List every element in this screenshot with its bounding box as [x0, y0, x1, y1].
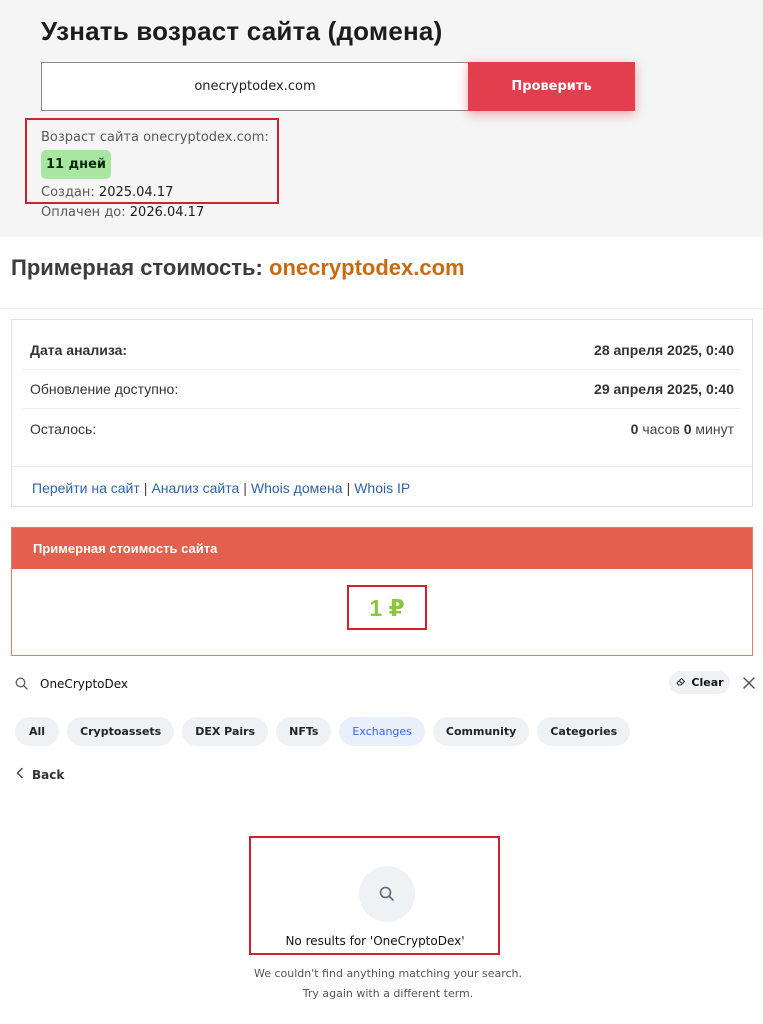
age-form: Проверить [41, 62, 635, 111]
cost-title: Примерная стоимость: onecryptodex.com [11, 255, 465, 281]
empty-state-line-1: We couldn't find anything matching your … [253, 967, 523, 980]
empty-state-line-2: Try again with a different term. [302, 987, 474, 1000]
age-title: Узнать возраст сайта (домена) [41, 16, 443, 46]
paid-label: Оплачен до: [41, 205, 126, 220]
back-label: Back [32, 767, 65, 782]
filter-categories[interactable]: Categories [537, 717, 631, 746]
paid-row: Оплачен до: 2026.04.17 [41, 203, 269, 223]
filter-community[interactable]: Community [432, 717, 530, 746]
filter-tabs: All Cryptoassets DEX Pairs NFTs Exchange… [15, 717, 631, 746]
empty-state-description: We couldn't find anything matching your … [200, 964, 576, 1004]
divider [0, 308, 763, 309]
paid-value: 2026.04.17 [129, 205, 205, 220]
analysis-date-row: Дата анализа: 28 апреля 2025, 0:40 [23, 331, 741, 370]
check-button[interactable]: Проверить [468, 62, 635, 111]
remaining-row: Осталось: 0 часов 0 минут [23, 409, 741, 448]
analysis-date-label: Дата анализа: [30, 342, 128, 358]
site-links: Перейти на сайт | Анализ сайта | Whois домен… [12, 466, 752, 508]
remaining-label: Осталось: [30, 420, 97, 437]
search-input[interactable] [40, 672, 600, 696]
update-available-value: 29 апреля 2025, 0:40 [594, 381, 734, 397]
link-whois-ip[interactable]: Whois IP [354, 480, 410, 496]
empty-highlight-box [249, 836, 500, 955]
filter-exchanges[interactable]: Exchanges [339, 717, 425, 746]
site-value-header: Примерная стоимость сайта [12, 528, 752, 569]
link-separator: | [143, 479, 148, 496]
link-go-to-site[interactable]: Перейти на сайт [32, 480, 140, 496]
cost-title-domain: onecryptodex.com [269, 255, 465, 280]
clear-label: Clear [691, 676, 724, 689]
chevron-left-icon [16, 767, 24, 782]
remaining-value: 0 часов 0 минут [631, 421, 734, 437]
filter-nfts[interactable]: NFTs [276, 717, 332, 746]
link-separator: | [346, 479, 351, 496]
eraser-icon [675, 675, 687, 690]
remaining-minutes: 0 [683, 420, 692, 437]
filter-all[interactable]: All [15, 717, 60, 746]
cost-title-prefix: Примерная стоимость: [11, 255, 263, 280]
close-icon[interactable] [741, 675, 757, 691]
domain-input[interactable] [41, 62, 468, 111]
remaining-minutes-unit: минут [695, 420, 734, 437]
update-available-label: Обновление доступно: [30, 381, 179, 397]
clear-button[interactable]: Clear [669, 671, 730, 694]
domain-age-section: Узнать возраст сайта (домена) Проверить … [0, 0, 763, 237]
search-icon [14, 676, 30, 692]
search-bar: Clear [0, 666, 763, 704]
link-whois-domain[interactable]: Whois домена [251, 480, 343, 496]
update-available-row: Обновление доступно: 29 апреля 2025, 0:4… [23, 370, 741, 409]
analysis-date-value: 28 апреля 2025, 0:40 [594, 342, 734, 358]
value-highlight-box [347, 585, 427, 630]
remaining-hours: 0 [630, 420, 639, 437]
age-highlight-box [25, 118, 279, 204]
link-site-analysis[interactable]: Анализ сайта [151, 480, 239, 496]
analysis-info-box: Дата анализа: 28 апреля 2025, 0:40 Обнов… [11, 319, 753, 507]
filter-dex-pairs[interactable]: DEX Pairs [182, 717, 269, 746]
filter-cryptoassets[interactable]: Cryptoassets [67, 717, 175, 746]
link-separator: | [243, 479, 247, 496]
remaining-hours-unit: часов [642, 420, 680, 437]
back-button[interactable]: Back [16, 767, 64, 782]
